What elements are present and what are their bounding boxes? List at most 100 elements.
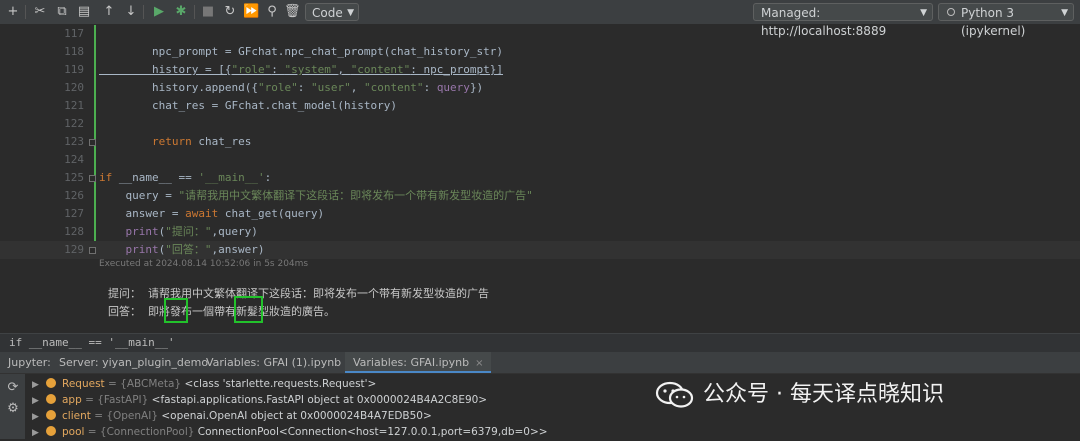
code-token: : xyxy=(297,81,311,94)
code-line[interactable]: 127 answer = await chat_get(query) xyxy=(0,205,1080,223)
code-token: "请帮我用中文繁体翻译下这段话：即将发布一个带有新发型妆造的广告" xyxy=(178,189,533,202)
code-line[interactable]: 117 xyxy=(0,25,1080,43)
line-number: 125 xyxy=(64,171,84,184)
code-line[interactable]: 120 history.append({"role": "user", "con… xyxy=(0,79,1080,97)
variable-type: = {ABCMeta} xyxy=(108,378,182,390)
clear-outputs-icon[interactable]: ⚲ xyxy=(264,4,280,20)
code-line[interactable]: 129 print("回答：",answer) xyxy=(0,241,1080,259)
chevron-right-icon[interactable]: ▶ xyxy=(32,393,42,409)
code-token: await xyxy=(185,207,219,220)
code-line[interactable]: 124 xyxy=(0,151,1080,169)
server-select[interactable]: Managed: http://localhost:8889 ▼ xyxy=(753,3,933,38)
variable-icon xyxy=(46,426,56,436)
fold-marker-icon[interactable] xyxy=(89,247,96,254)
trash-icon[interactable]: 🗑 xyxy=(284,4,301,20)
line-number: 122 xyxy=(64,117,84,130)
tab-variables-gfai[interactable]: Variables: GFAI.ipynb × xyxy=(345,352,492,373)
code-token: , xyxy=(350,81,364,94)
line-number: 128 xyxy=(64,225,84,238)
variable-value: <fastapi.applications.FastAPI object at … xyxy=(151,394,488,406)
code-line[interactable]: 125 if __name__ == '__main__': xyxy=(0,169,1080,187)
code-text: chat_res = GFchat.chat_model(history) xyxy=(99,97,397,115)
variable-name: app xyxy=(62,394,82,406)
code-token: print xyxy=(125,243,159,256)
code-line[interactable]: 121 chat_res = GFchat.chat_model(history… xyxy=(0,97,1080,115)
variable-value: ConnectionPool<Connection<host=127.0.0.1… xyxy=(197,426,548,438)
code-line[interactable]: 122 xyxy=(0,115,1080,133)
move-up-icon[interactable]: ↑ xyxy=(101,4,117,20)
code-token: "回答：" xyxy=(165,243,212,256)
paste-icon[interactable]: ▤ xyxy=(76,4,92,20)
variable-icon xyxy=(46,378,56,388)
code-line[interactable]: 126 query = "请帮我用中文繁体翻译下这段话：即将发布一个带有新发型妆… xyxy=(0,187,1080,205)
cell-type-select[interactable]: Code ▼ xyxy=(305,3,359,21)
code-token: : xyxy=(423,81,437,94)
add-cell-icon[interactable]: + xyxy=(5,4,21,20)
wechat-logo-icon xyxy=(655,381,694,408)
variable-row[interactable]: ▶ Request = {ABCMeta} <class 'starlette.r… xyxy=(32,376,376,392)
code-token: "content" xyxy=(350,63,411,76)
variable-name: Request xyxy=(62,378,105,390)
fold-marker-icon[interactable] xyxy=(89,175,96,182)
gear-icon[interactable]: ⚙ xyxy=(5,401,21,417)
code-text: history.append({"role": "user", "content… xyxy=(99,79,483,97)
cell-output: 提问： 请帮我用中文繁体翻译下这段话：即将发布一个带有新发型妆造的广告 回答： … xyxy=(0,270,1080,333)
variable-row[interactable]: ▶ pool = {ConnectionPool} ConnectionPool<… xyxy=(32,424,548,440)
cut-icon[interactable]: ✂ xyxy=(32,4,48,20)
close-icon[interactable]: × xyxy=(475,358,483,369)
chevron-down-icon: ▼ xyxy=(1061,8,1068,18)
code-token: history = [{ xyxy=(99,63,232,76)
code-token: : npc_prompt}] xyxy=(410,63,504,76)
code-token: }) xyxy=(469,81,484,94)
jupyter-tool-tabs: Jupyter: Server: yiyan_plugin_demo Varia… xyxy=(0,352,1080,374)
code-token: history.append({ xyxy=(99,81,258,94)
code-token: query = xyxy=(99,189,179,202)
code-token: chat_res = GFchat.chat_model(history) xyxy=(99,99,398,112)
variable-row[interactable]: ▶ client = {OpenAI} <openai.OpenAI object… xyxy=(32,408,432,424)
chevron-right-icon[interactable]: ▶ xyxy=(32,409,42,425)
code-token: "user" xyxy=(310,81,351,94)
move-down-icon[interactable]: ↓ xyxy=(123,4,139,20)
code-token: ,answer) xyxy=(211,243,265,256)
restart-kernel-icon[interactable]: ↻ xyxy=(222,4,238,20)
line-number: 119 xyxy=(64,63,84,76)
run-all-icon[interactable]: ⏩ xyxy=(243,4,259,20)
kernel-select[interactable]: Python 3 (ipykernel) ▼ xyxy=(938,3,1074,38)
code-line[interactable]: 118 npc_prompt = GFchat.npc_chat_prompt(… xyxy=(0,43,1080,61)
run-cell-icon[interactable]: ▶ xyxy=(151,4,167,20)
breadcrumb[interactable]: if __name__ == '__main__' xyxy=(0,333,1080,352)
variable-type: = {OpenAI} xyxy=(94,410,159,422)
toolbar-divider xyxy=(194,5,195,19)
code-line[interactable]: 128 print("提问：",query) xyxy=(0,223,1080,241)
chevron-right-icon[interactable]: ▶ xyxy=(32,377,42,393)
chevron-down-icon: ▼ xyxy=(920,8,927,18)
line-number: 124 xyxy=(64,153,84,166)
chevron-down-icon: ▼ xyxy=(347,8,354,18)
code-cell[interactable]: 117 118 npc_prompt = GFchat.npc_chat_prom… xyxy=(0,25,1080,259)
highlight-box xyxy=(164,298,188,323)
code-token: "system" xyxy=(284,63,338,76)
code-token: : xyxy=(264,171,272,184)
line-number: 129 xyxy=(64,243,84,256)
tab-server[interactable]: Server: yiyan_plugin_demo xyxy=(51,352,216,373)
code-token: ,query) xyxy=(211,225,258,238)
refresh-icon[interactable]: ⟳ xyxy=(5,380,21,396)
code-text: print("回答：",answer) xyxy=(99,241,265,259)
code-text: answer = await chat_get(query) xyxy=(99,205,324,223)
code-text: return chat_res xyxy=(99,133,251,151)
code-line[interactable]: 123 return chat_res xyxy=(0,133,1080,151)
fold-marker-icon[interactable] xyxy=(89,139,96,146)
tab-variables-gfai-1[interactable]: Variables: GFAI (1).ipynb× xyxy=(198,352,364,373)
line-number: 120 xyxy=(64,81,84,94)
line-number: 118 xyxy=(64,45,84,58)
kernel-status-icon xyxy=(947,8,955,16)
copy-icon[interactable]: ⧉ xyxy=(54,4,70,20)
code-line[interactable]: 119 history = [{"role": "system", "conte… xyxy=(0,61,1080,79)
variable-row[interactable]: ▶ app = {FastAPI} <fastapi.applications.F… xyxy=(32,392,487,408)
debug-icon[interactable]: ✱ xyxy=(173,4,189,20)
code-token: , xyxy=(337,63,351,76)
variable-value: <openai.OpenAI object at 0x0000024B4A7ED… xyxy=(161,410,432,422)
stop-icon[interactable]: ■ xyxy=(200,4,216,20)
